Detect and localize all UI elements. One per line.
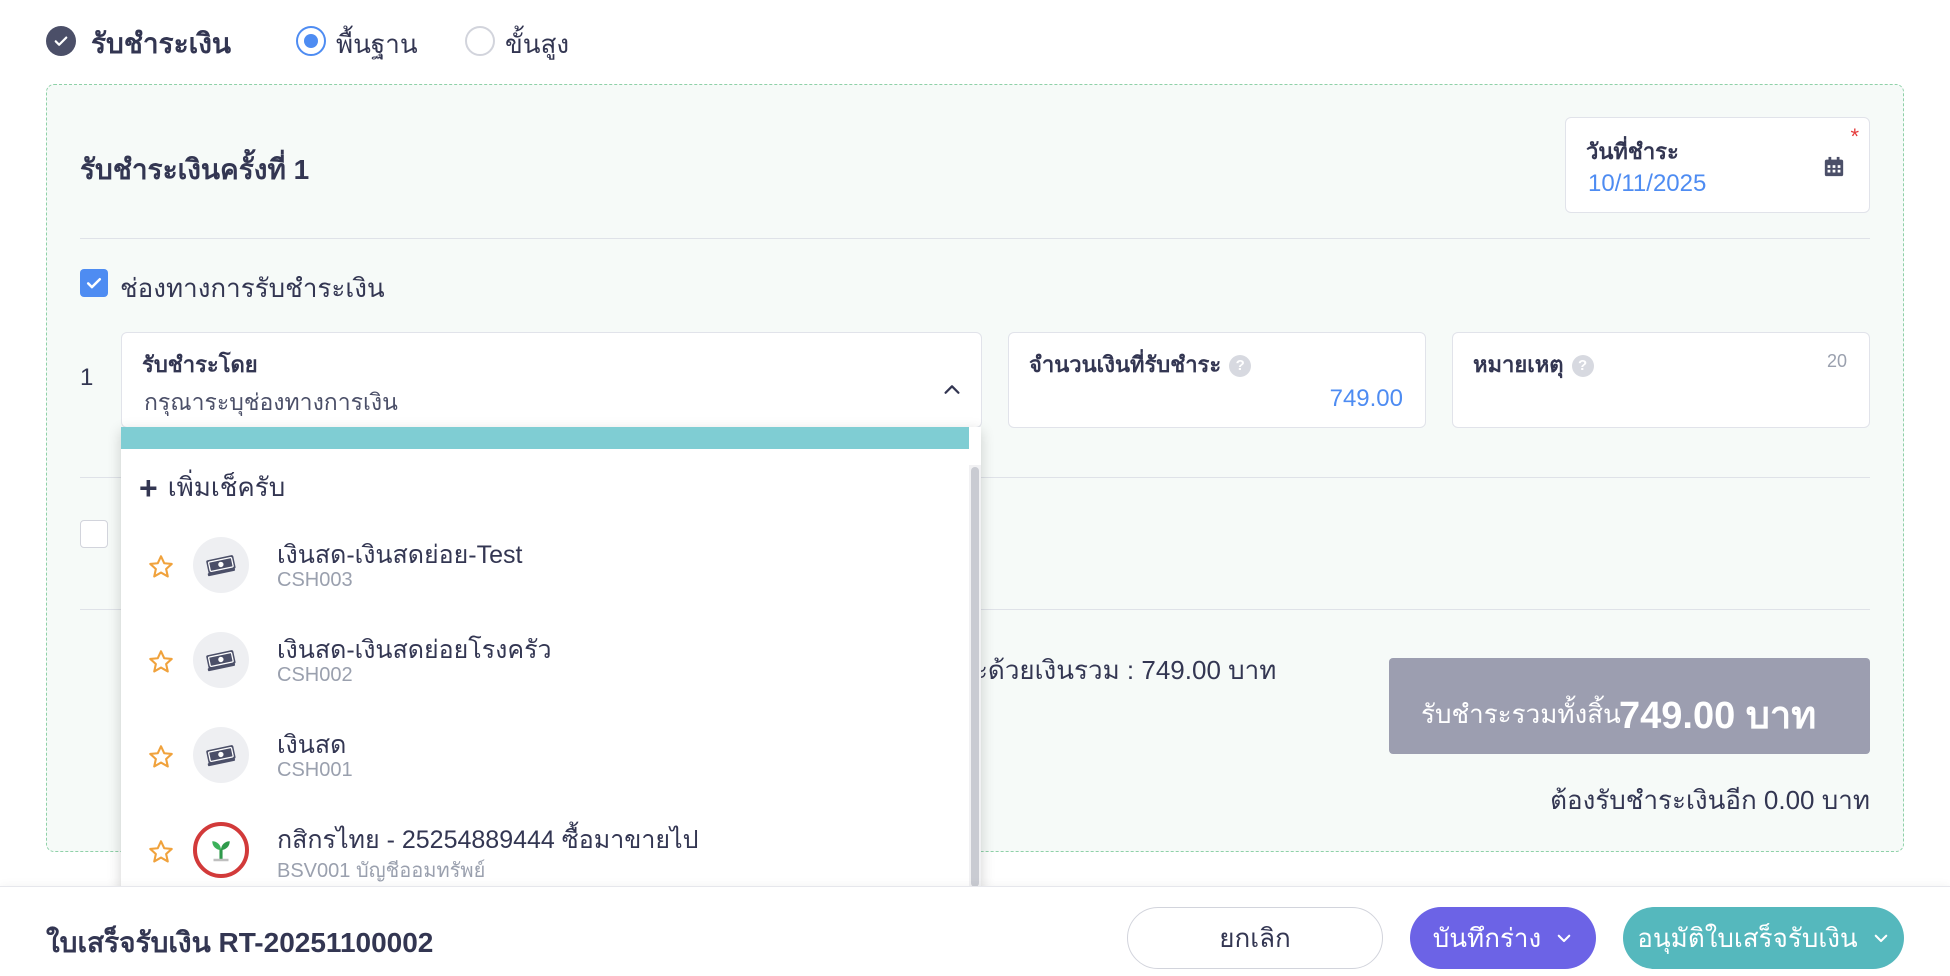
amount-label-text: จำนวนเงินที่รับชำระ <box>1029 352 1222 377</box>
dropdown-item-code: CSH002 <box>277 664 353 686</box>
summary-total-text: ระด้วยเงินรวม : 749.00 บาท <box>960 655 1277 685</box>
note-field[interactable]: หมายเหตุ? 20 <box>1452 332 1870 428</box>
note-label: หมายเหตุ? <box>1473 347 1594 382</box>
help-icon[interactable]: ? <box>1571 355 1594 378</box>
dropdown-item[interactable]: เงินสด CSH001 <box>121 713 969 807</box>
grand-total-value: 749.00 บาท <box>1619 695 1817 737</box>
kbank-logo-icon <box>193 822 249 878</box>
section-title: รับชำระเงินครั้งที่ 1 <box>80 154 310 185</box>
star-icon[interactable] <box>147 743 175 771</box>
star-icon[interactable] <box>147 838 175 866</box>
dropdown-item-code: CSH001 <box>277 759 353 781</box>
radio-advanced[interactable] <box>465 26 495 56</box>
check-circle-icon <box>46 26 76 56</box>
add-cheque-button[interactable]: + เพิ่มเช็ครับ <box>139 467 285 508</box>
grand-total-box: รับชำระรวมทั้งสิ้น 749.00 บาท <box>1389 658 1870 754</box>
help-icon[interactable]: ? <box>1229 355 1252 378</box>
chevron-down-icon[interactable] <box>1872 929 1890 947</box>
grand-total-label: รับชำระรวมทั้งสิ้น <box>1421 699 1621 729</box>
page-title: รับชำระเงิน <box>91 28 231 59</box>
channel-checkbox-label[interactable]: ช่องทางการรับชำระเงิน <box>120 268 385 309</box>
cancel-button-label[interactable]: ยกเลิก <box>1219 918 1291 959</box>
radio-basic[interactable] <box>296 26 326 56</box>
date-label: วันที่ชำระ <box>1586 139 1679 164</box>
channel-checkbox[interactable] <box>80 269 108 297</box>
plus-icon: + <box>139 470 158 506</box>
cash-icon <box>193 537 249 593</box>
save-draft-button[interactable]: บันทึกร่าง <box>1410 907 1596 969</box>
chevron-up-icon[interactable] <box>941 379 963 401</box>
receipt-title: ใบเสร็จรับเงิน RT-20251100002 <box>46 927 434 958</box>
add-cheque-label[interactable]: เพิ่มเช็ครับ <box>168 472 286 502</box>
dropdown-item[interactable]: เงินสด-เงินสดย่อย-Test CSH003 <box>121 523 969 617</box>
remaining-balance: ต้องรับชำระเงินอีก 0.00 บาท <box>1550 785 1870 815</box>
footer-bar: ใบเสร็จรับเงิน RT-20251100002 ยกเลิก บัน… <box>0 886 1950 976</box>
radio-basic-label[interactable]: พื้นฐาน <box>336 24 418 65</box>
star-icon[interactable] <box>147 553 175 581</box>
star-icon[interactable] <box>147 648 175 676</box>
required-mark: * <box>1850 124 1859 149</box>
payment-date-field[interactable]: วันที่ชำระ * 10/11/2025 <box>1565 117 1870 213</box>
amount-field[interactable]: จำนวนเงินที่รับชำระ? 749.00 <box>1008 332 1426 428</box>
dropdown-highlight-row[interactable] <box>121 427 969 449</box>
note-char-counter: 20 <box>1826 351 1847 371</box>
option-checkbox[interactable] <box>80 520 108 548</box>
row-number: 1 <box>80 364 94 391</box>
save-draft-label[interactable]: บันทึกร่าง <box>1433 918 1541 959</box>
calendar-icon[interactable] <box>1823 156 1845 178</box>
note-label-text: หมายเหตุ <box>1473 352 1564 377</box>
pay-by-label: รับชำระโดย <box>142 352 258 377</box>
approve-receipt-label[interactable]: อนุมัติใบเสร็จรับเงิน <box>1637 918 1857 959</box>
pay-by-placeholder[interactable]: กรุณาระบุช่องทางการเงิน <box>144 385 398 421</box>
divider <box>80 238 1870 239</box>
date-value[interactable]: 10/11/2025 <box>1588 170 1706 198</box>
radio-advanced-label[interactable]: ขั้นสูง <box>505 24 569 65</box>
payment-header: รับชำระเงิน พื้นฐาน ขั้นสูง <box>0 0 1950 84</box>
cash-icon <box>193 632 249 688</box>
approve-receipt-button[interactable]: อนุมัติใบเสร็จรับเงิน <box>1623 907 1904 969</box>
dropdown-scrollbar-thumb[interactable] <box>971 467 979 887</box>
amount-value[interactable]: 749.00 <box>1330 385 1403 413</box>
pay-by-select[interactable]: รับชำระโดย กรุณาระบุช่องทางการเงิน <box>121 332 982 428</box>
dropdown-item[interactable]: กสิกรไทย - 25254889444 ซื้อมาขายไป BSV00… <box>121 808 969 893</box>
cash-icon <box>193 727 249 783</box>
cancel-button[interactable]: ยกเลิก <box>1127 907 1383 969</box>
amount-label: จำนวนเงินที่รับชำระ? <box>1029 347 1252 382</box>
chevron-down-icon[interactable] <box>1555 929 1573 947</box>
dropdown-item[interactable]: เงินสด-เงินสดย่อยโรงครัว CSH002 <box>121 618 969 712</box>
dropdown-item-code: BSV001 บัญชีออมทรัพย์ <box>277 860 486 882</box>
dropdown-item-code: CSH003 <box>277 569 353 591</box>
checkmark-icon <box>86 278 102 289</box>
payment-channel-dropdown[interactable]: + เพิ่มเช็ครับ เงินสด-เงินสดย่อย-Test CSH… <box>121 427 981 893</box>
